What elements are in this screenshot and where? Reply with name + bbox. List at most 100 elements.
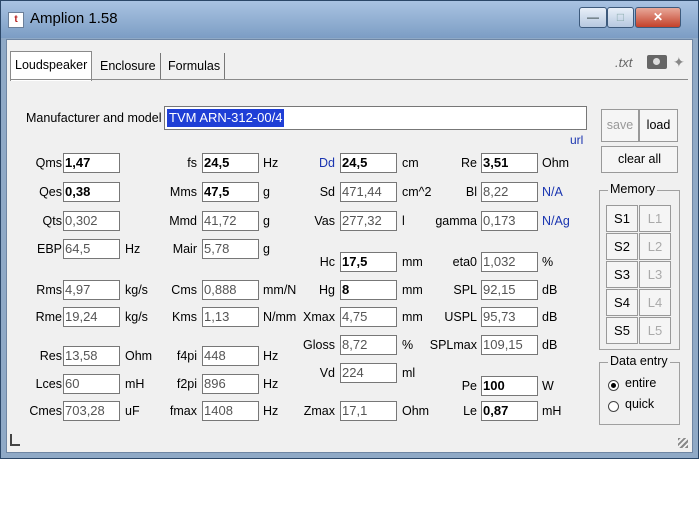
label-f4pi: f4pi [176,349,197,363]
tab-enclosure[interactable]: Enclosure [96,53,161,79]
field-dd[interactable]: 24,5 [340,153,397,173]
url-link[interactable]: url [570,133,583,147]
field-bl[interactable]: 8,22 [481,182,538,202]
unit-eta0: % [542,255,554,269]
field-qes[interactable]: 0,38 [63,182,120,202]
label-kms: Kms [172,310,197,324]
resize-grip-icon[interactable] [678,438,688,448]
unit-gloss: % [402,338,414,352]
field-qms[interactable]: 1,47 [63,153,120,173]
field-uspl[interactable]: 95,73 [481,307,538,327]
field-rme[interactable]: 19,24 [63,307,120,327]
label-cmes: Cmes [29,404,62,418]
field-vas[interactable]: 277,32 [340,211,397,231]
field-rms[interactable]: 4,97 [63,280,120,300]
unit-zmax: Ohm [402,404,430,418]
field-splmax[interactable]: 109,15 [481,335,538,355]
field-hc[interactable]: 17,5 [340,252,397,272]
label-le: Le [463,404,477,418]
label-vas: Vas [314,214,335,228]
model-value: TVM ARN-312-00/4 [167,109,285,127]
memory-s3-button[interactable]: S3 [606,261,638,288]
field-fs[interactable]: 24,5 [202,153,259,173]
field-mmd[interactable]: 41,72 [202,211,259,231]
label-fs: fs [187,156,197,170]
memory-l2-button[interactable]: L2 [639,233,671,260]
field-pe[interactable]: 100 [481,376,538,396]
unit-rms: kg/s [125,283,148,297]
radio-entire[interactable] [608,380,619,391]
field-xmax[interactable]: 4,75 [340,307,397,327]
field-hg[interactable]: 8 [340,280,397,300]
load-button[interactable]: load [639,109,678,142]
label-rme: Rme [35,310,62,324]
field-cmes[interactable]: 703,28 [63,401,120,421]
label-sd: Sd [319,185,335,199]
unit-mmd: g [263,214,270,228]
radio-entire-label[interactable]: entire [625,376,656,390]
label-hc: Hc [319,255,335,269]
field-f4pi[interactable]: 448 [202,346,259,366]
field-res[interactable]: 13,58 [63,346,120,366]
radio-quick[interactable] [608,401,619,412]
unit-fs: Hz [263,156,279,170]
tab-formulas[interactable]: Formulas [164,53,226,79]
title-bar[interactable]: t Amplion 1.58 — □ ✕ [1,1,698,38]
memory-s2-button[interactable]: S2 [606,233,638,260]
memory-title: Memory [608,182,658,196]
unit-gamma: N/Ag [542,214,570,228]
save-button[interactable]: save [601,109,639,142]
unit-res: Ohm [125,349,153,363]
label-hg: Hg [319,283,335,297]
unit-hc: mm [402,255,423,269]
model-input[interactable]: TVM ARN-312-00/4 [164,106,587,130]
memory-s5-button[interactable]: S5 [606,317,638,344]
minimize-button[interactable]: — [579,7,607,28]
field-eta0[interactable]: 1,032 [481,252,538,272]
label-ebp: EBP [36,242,62,256]
unit-uspl: dB [542,310,558,324]
unit-splmax: dB [542,338,558,352]
unit-f4pi: Hz [263,349,279,363]
label-fmax: fmax [169,404,197,418]
memory-s1-button[interactable]: S1 [606,205,638,232]
field-lces[interactable]: 60 [63,374,120,394]
maximize-button[interactable]: □ [607,7,634,28]
close-button[interactable]: ✕ [635,7,681,28]
field-f2pi[interactable]: 896 [202,374,259,394]
label-re: Re [461,156,477,170]
radio-quick-label[interactable]: quick [625,397,654,411]
txt-export-link[interactable]: .txt [615,55,632,70]
field-gloss[interactable]: 8,72 [340,335,397,355]
field-cms[interactable]: 0,888 [202,280,259,300]
field-le[interactable]: 0,87 [481,401,538,421]
camera-icon[interactable] [647,55,667,69]
label-mmd: Mmd [169,214,197,228]
label-lces: Lces [35,377,62,391]
field-mms[interactable]: 47,5 [202,182,259,202]
memory-l4-button[interactable]: L4 [639,289,671,316]
memory-s4-button[interactable]: S4 [606,289,638,316]
memory-l3-button[interactable]: L3 [639,261,671,288]
clear-all-button[interactable]: clear all [601,146,678,173]
field-qts[interactable]: 0,302 [63,211,120,231]
field-mair[interactable]: 5,78 [202,239,259,259]
field-ebp[interactable]: 64,5 [63,239,120,259]
field-vd[interactable]: 224 [340,363,397,383]
tab-loudspeaker[interactable]: Loudspeaker [10,51,93,81]
field-gamma[interactable]: 0,173 [481,211,538,231]
label-cms: Cms [171,283,197,297]
memory-l1-button[interactable]: L1 [639,205,671,232]
field-sd[interactable]: 471,44 [340,182,397,202]
tab-divider [10,79,688,80]
pin-icon[interactable]: ✦ [673,54,685,71]
unit-xmax: mm [402,310,423,324]
field-re[interactable]: 3,51 [481,153,538,173]
field-kms[interactable]: 1,13 [202,307,259,327]
memory-l5-button[interactable]: L5 [639,317,671,344]
field-zmax[interactable]: 17,1 [340,401,397,421]
label-f2pi: f2pi [176,377,197,391]
field-fmax[interactable]: 1408 [202,401,259,421]
field-spl[interactable]: 92,15 [481,280,538,300]
unit-fmax: Hz [263,404,279,418]
